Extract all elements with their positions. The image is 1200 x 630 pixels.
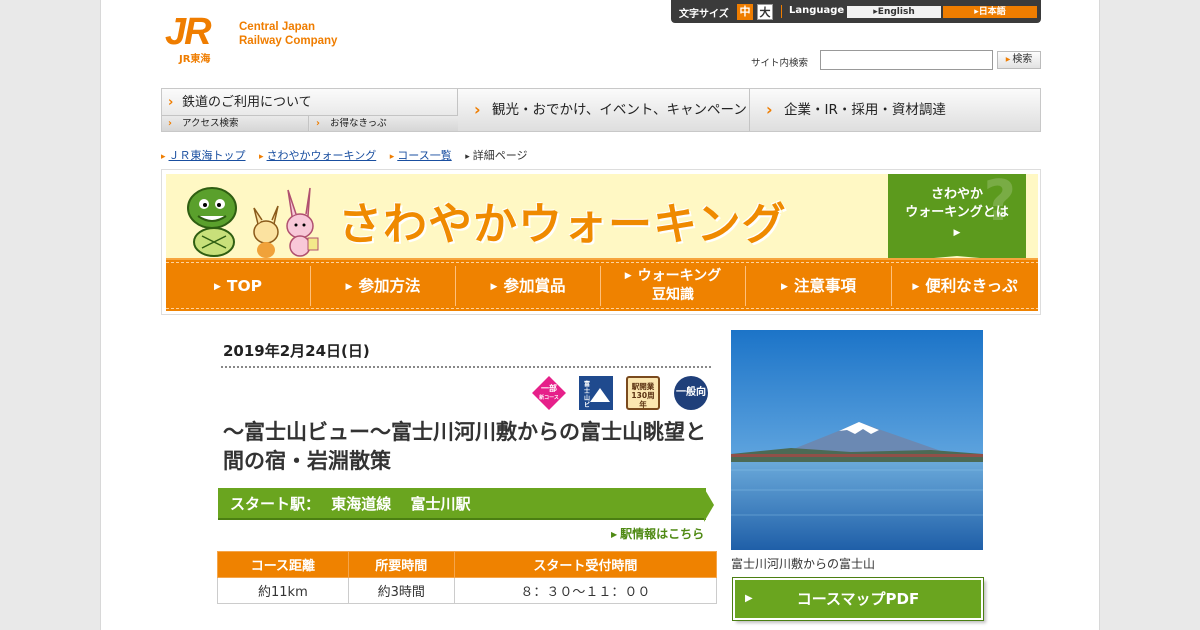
banner-title: さわやかウォーキング [338,199,787,250]
station-info-link[interactable]: 駅情報はこちら [611,525,704,542]
site-search-label: サイト内検索 [751,58,809,69]
triangle-right-icon: ▶ [781,282,788,292]
chevron-right-icon: › [168,95,174,110]
walking-banner: さわやかウォーキング ? さわやか ウォーキングとは ▶ ▶ TOP ▶ 参加方法 … [161,169,1041,315]
utility-bar: 文字サイズ 中 大 Language ▸English ▸日本語 [671,0,1041,23]
dotted-divider [221,366,713,368]
course-map-pdf-button[interactable]: ▶ コースマップPDF [732,577,984,621]
course-photo [731,330,983,550]
breadcrumb: ＪＲ東海トップ さわやかウォーキング コース一覧 詳細ページ [161,147,538,163]
fuji-view-badge: 富士山ビュー [579,376,613,423]
question-mark-icon: ? [983,169,1016,234]
font-size-large-button[interactable]: 大 [757,4,773,20]
jr-central-logo[interactable]: JR JR東海 Central Japan Railway Company [161,11,351,65]
language-label: Language [789,5,845,16]
table-header: コース距離 [217,551,349,578]
gnav-corporate[interactable]: › 企業・IR・採用・資材調達 [750,89,1040,131]
breadcrumb-item: ＪＲ東海トップ [161,149,246,162]
table-row: 約11km 約3時間 ８：３０～１１：００ [217,577,718,604]
breadcrumb-current: 詳細ページ [465,149,527,162]
gnav-railway-label: 鉄道のご利用について [182,95,312,110]
about-walking-button[interactable]: ? さわやか ウォーキングとは ▶ [888,169,1026,256]
station-anniversary-badge: 駅開業 130周年 [626,376,660,410]
start-station-name: 富士川駅 [410,495,471,513]
breadcrumb-link-walking[interactable]: さわやかウォーキング [267,149,377,162]
photo-caption: 富士川河川敷からの富士山 [731,557,876,571]
table-header: スタート受付時間 [453,551,718,578]
start-reception-time-value: ８：３０～１１：００ [453,577,718,604]
font-size-label: 文字サイズ [679,9,729,20]
walking-nav-tickets[interactable]: ▶ 便利なきっぷ [892,266,1038,306]
triangle-right-icon: ▶ [490,282,498,292]
mascot-characters-illustration [187,187,319,258]
company-name-line1: Central Japan [239,21,316,33]
general-level-badge: 一般向 [674,376,708,410]
event-date: 2019年2月24日(日) [223,342,370,360]
about-walking-line1: さわやか [930,187,983,202]
course-title: ～富士山ビュー～富士川河川敷からの富士山眺望と間の宿・岩淵散策 [223,420,706,473]
chevron-right-icon: › [316,118,320,129]
gnav-tickets[interactable]: › お得なきっぷ [310,116,458,131]
breadcrumb-link-jr-top[interactable]: ＪＲ東海トップ [169,149,246,162]
gnav-railway-group: › 鉄道のご利用について › アクセス検索 › お得なきっぷ [162,89,458,131]
nav-stitch-line [166,262,1038,263]
triangle-right-icon: ▶ [745,593,753,604]
gnav-access-search[interactable]: › アクセス検索 [162,116,309,131]
site-search-button[interactable]: 検索 [997,51,1041,69]
partial-new-course-badge: 一部 新コース [532,376,566,410]
course-info-table: コース距離 所要時間 スタート受付時間 約11km 約3時間 ８：３０～１１：０… [217,551,718,604]
start-station-label: スタート駅： [230,495,321,513]
chevron-right-icon: › [168,118,172,129]
triangle-right-icon: ▶ [624,271,632,281]
course-duration-value: 約3時間 [347,577,455,604]
language-english-button[interactable]: ▸English [847,6,941,18]
triangle-right-icon: ▶ [912,282,920,292]
start-station-bar: スタート駅： 東海道線 富士川駅 [218,488,716,522]
gnav-corporate-label: 企業・IR・採用・資材調達 [784,102,946,118]
walking-nav-notes[interactable]: ▶ 注意事項 [746,266,892,306]
triangle-right-icon: ▶ [345,282,353,292]
walking-nav-how-to-join[interactable]: ▶ 参加方法 [311,266,456,306]
site-search-input[interactable] [820,50,993,70]
breadcrumb-item: さわやかウォーキング [259,149,376,162]
company-name-line2: Railway Company [239,35,338,47]
walking-nav: ▶ TOP ▶ 参加方法 ▶ 参加賞品 ▶ ウォーキング 豆知識 ▶ 注意事項 ▶ 便利なきっ… [166,258,1038,311]
table-header: 所要時間 [347,551,455,578]
course-map-pdf-label: コースマップPDF [796,590,920,608]
walking-nav-tips[interactable]: ▶ ウォーキング 豆知識 [601,266,746,306]
chevron-right-icon: › [766,100,773,119]
gnav-tickets-label: お得なきっぷ [330,118,387,129]
jr-logo-subtext: JR東海 [179,54,211,65]
course-distance-value: 約11km [217,577,349,604]
nav-stitch-line [166,308,1038,309]
gnav-tourism[interactable]: › 観光・おでかけ、イベント、キャンペーン [458,89,750,131]
gnav-tourism-label: 観光・おでかけ、イベント、キャンペーン [492,102,747,118]
company-name-en: Central Japan Railway Company [239,20,359,48]
mount-fuji-photo [731,330,983,550]
table-header-row: コース距離 所要時間 スタート受付時間 [217,551,718,578]
mountain-icon [590,388,610,402]
font-size-medium-button[interactable]: 中 [737,4,753,20]
chevron-right-icon: › [474,100,481,119]
breadcrumb-link-course-list[interactable]: コース一覧 [397,149,451,162]
page-container: JR JR東海 Central Japan Railway Company 文字… [100,0,1100,630]
triangle-right-icon: ▶ [213,282,221,292]
walking-nav-top[interactable]: ▶ TOP [166,266,311,306]
gnav-railway[interactable]: › 鉄道のご利用について [162,89,458,116]
language-japanese-button[interactable]: ▸日本語 [943,6,1037,18]
global-nav: › 鉄道のご利用について › アクセス検索 › お得なきっぷ › 観光・おでかけ… [161,88,1041,132]
banner-header: さわやかウォーキング ? さわやか ウォーキングとは ▶ [166,169,1038,262]
jr-logo-mark: JR [165,11,212,53]
breadcrumb-item: コース一覧 [390,149,452,162]
start-station-line: 東海道線 [331,495,392,513]
walking-nav-prizes[interactable]: ▶ 参加賞品 [456,266,601,306]
gnav-access-label: アクセス検索 [182,118,239,129]
divider [781,5,782,18]
